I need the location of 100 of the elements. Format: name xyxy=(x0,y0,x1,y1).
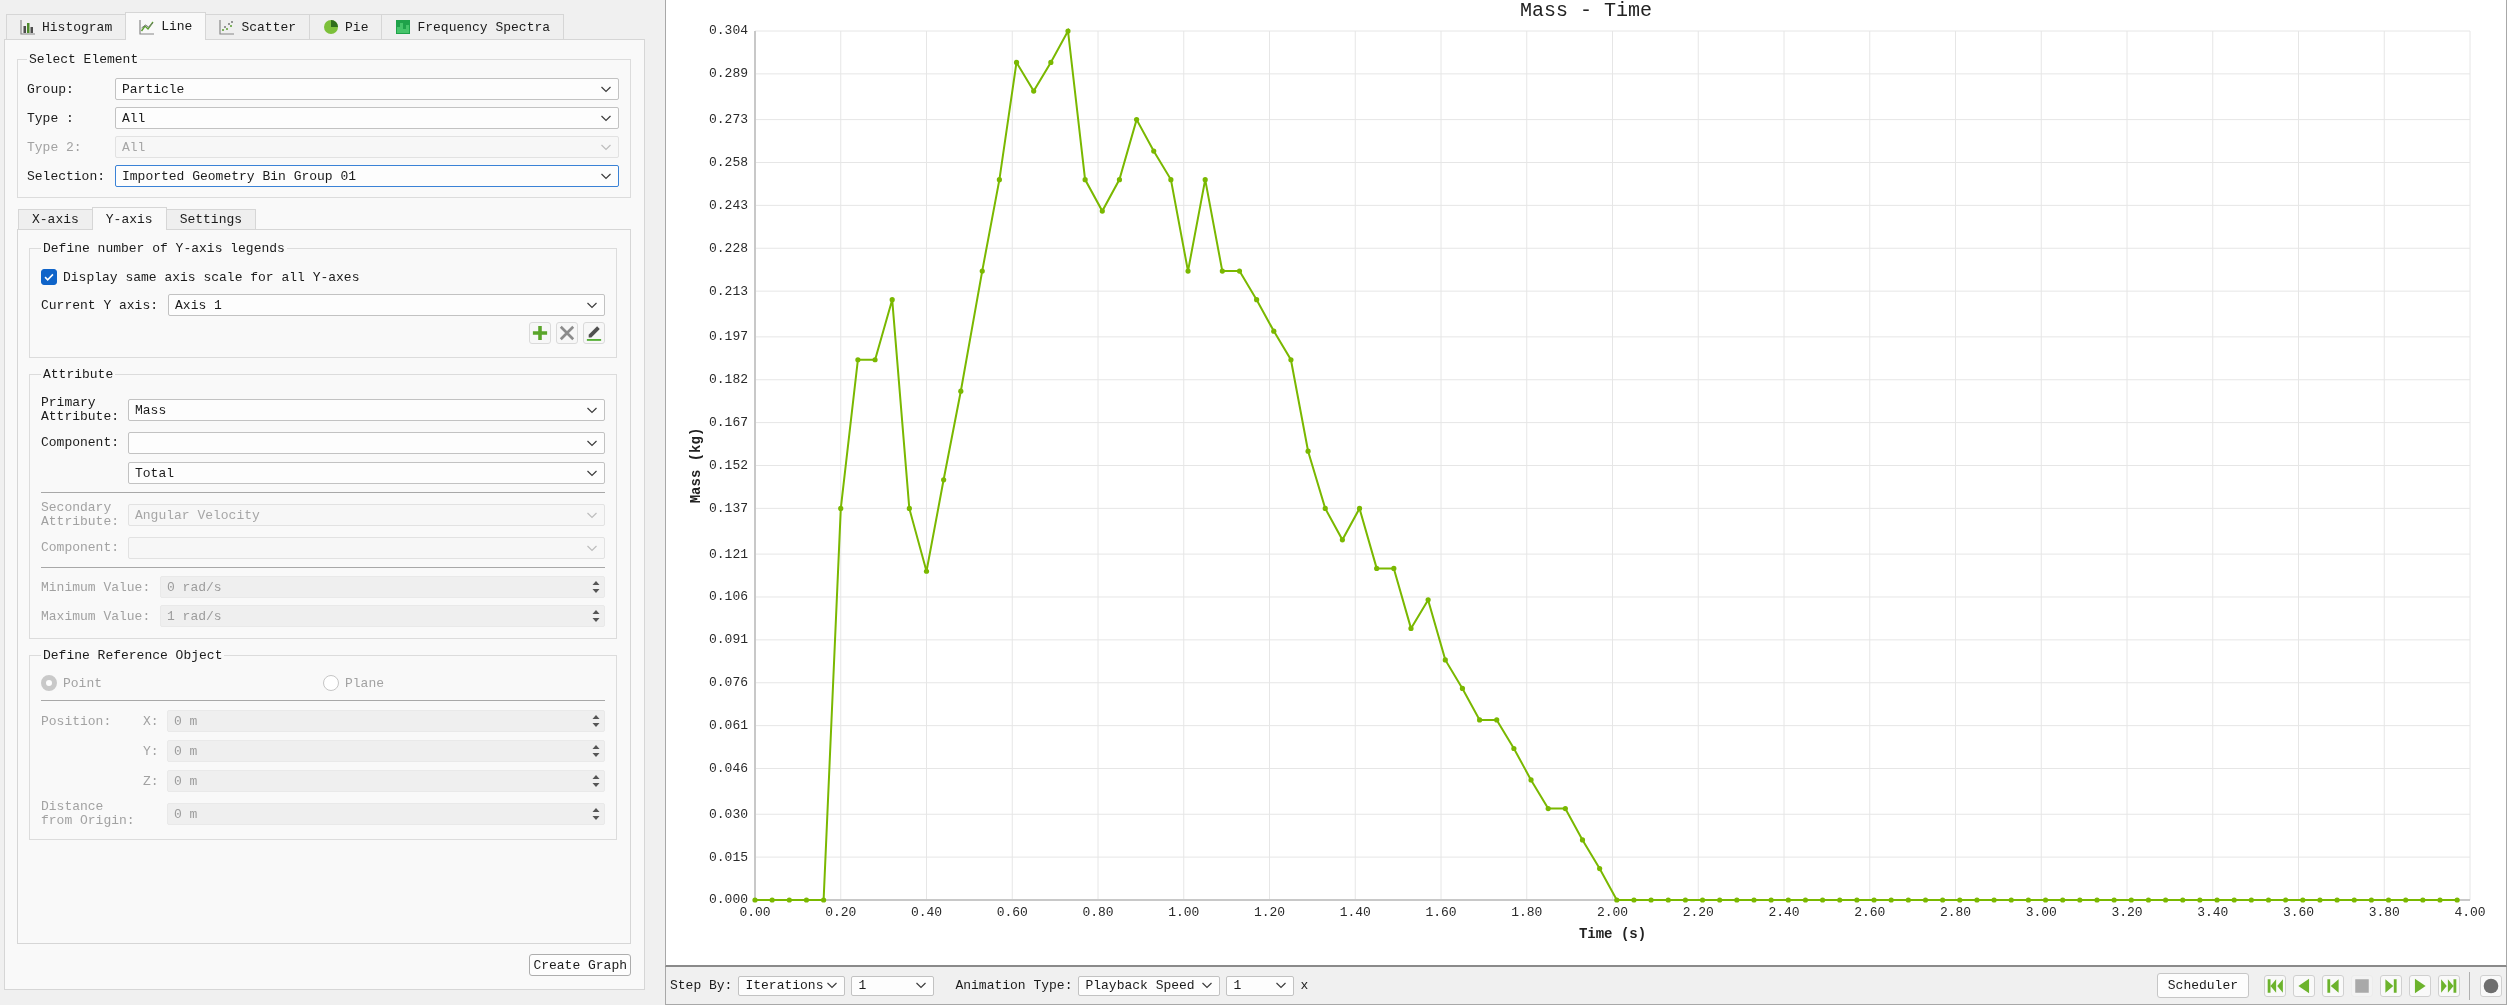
chevron-down-icon xyxy=(586,544,598,552)
stop-button[interactable] xyxy=(2351,974,2373,997)
y-axis-title: Mass (kg) xyxy=(687,427,704,504)
y-tick-label: 0.289 xyxy=(709,66,748,82)
dropdown[interactable] xyxy=(128,432,605,454)
field-label: Primary Attribute: xyxy=(41,396,120,424)
y-tick-label: 0.015 xyxy=(709,849,748,865)
field-label: Secondary Attribute: xyxy=(41,501,120,529)
spin-arrows-icon xyxy=(591,806,601,822)
dropdown[interactable]: 1 xyxy=(1226,975,1295,996)
spectrum-icon xyxy=(395,19,412,35)
tab[interactable]: X-axis xyxy=(18,209,93,229)
cross-icon xyxy=(559,325,575,341)
tab[interactable]: Histogram xyxy=(6,14,127,39)
x-tick-label: 4.00 xyxy=(2454,905,2486,921)
dropdown[interactable]: Particle xyxy=(115,78,619,100)
field-label: Position: xyxy=(41,713,113,729)
tab[interactable]: Settings xyxy=(165,209,257,229)
spin-arrows-icon xyxy=(591,713,601,729)
checkbox[interactable] xyxy=(41,269,57,285)
skip-to-end-button[interactable] xyxy=(2438,974,2460,997)
skip-to-start-button[interactable] xyxy=(2264,974,2286,997)
x-tick-label: 0.40 xyxy=(910,905,943,921)
x-tick-label: 1.20 xyxy=(1253,905,1286,921)
y-tick-label: 0.243 xyxy=(709,197,748,213)
dropdown[interactable]: Playback Speed xyxy=(1078,975,1221,996)
field-label: Component: xyxy=(41,541,120,555)
chevron-down-icon xyxy=(1275,982,1288,989)
x-tick-label: 2.20 xyxy=(1682,905,1714,921)
step-back-button[interactable] xyxy=(2322,974,2344,997)
line-chart-icon xyxy=(139,18,156,35)
dropdown[interactable]: Mass xyxy=(128,399,605,421)
x-axis-title: Time (s) xyxy=(1578,925,1647,942)
add-button[interactable] xyxy=(529,322,551,344)
tab[interactable]: Frequency Spectra xyxy=(381,14,565,39)
x-tick-label: 3.20 xyxy=(2111,905,2143,921)
record-icon xyxy=(2482,976,2500,995)
y-tick-label: 0.228 xyxy=(709,240,748,256)
chevron-down-icon xyxy=(826,982,839,989)
spin-arrows-icon xyxy=(591,773,601,789)
radio-label: Point xyxy=(63,675,102,691)
x-tick-label: 3.40 xyxy=(2197,905,2229,921)
chevron-down-icon xyxy=(600,85,612,93)
chevron-down-icon xyxy=(600,143,612,151)
dropdown[interactable]: Total xyxy=(128,462,605,484)
y-tick-label: 0.061 xyxy=(709,718,748,734)
play-button[interactable] xyxy=(2409,974,2431,997)
chevron-down-icon xyxy=(586,469,598,477)
scheduler-button[interactable]: Scheduler xyxy=(2156,973,2249,998)
tab[interactable]: Y-axis xyxy=(91,207,167,230)
step-back-icon xyxy=(2324,976,2342,995)
play-backward-button[interactable] xyxy=(2293,974,2315,997)
delete-button[interactable] xyxy=(556,322,578,344)
y-tick-label: 0.076 xyxy=(709,675,748,691)
y-tick-label: 0.106 xyxy=(709,589,748,605)
field-label: Selection: xyxy=(27,168,106,184)
chart-title: Mass - Time xyxy=(1520,0,1652,23)
unit-label: x xyxy=(1300,978,1309,993)
x-tick-label: 1.80 xyxy=(1511,905,1543,921)
pie-chart-icon xyxy=(323,19,340,35)
y-tick-label: 0.167 xyxy=(709,415,748,431)
record-button[interactable] xyxy=(2480,974,2502,997)
field-label: Minimum Value: xyxy=(41,579,152,595)
group-title: Define number of Y-axis legends xyxy=(42,241,286,256)
y-tick-label: 0.121 xyxy=(709,546,748,562)
field-label: Step By: xyxy=(670,978,733,993)
field-label: Animation Type: xyxy=(955,978,1073,993)
create-graph-button[interactable]: Create Graph xyxy=(529,954,631,976)
group-title: Define Reference Object xyxy=(42,648,224,663)
y-tick-label: 0.182 xyxy=(709,372,748,388)
step-forward-button[interactable] xyxy=(2380,974,2402,997)
field-label: Type : xyxy=(27,110,75,126)
radio-label: Plane xyxy=(345,675,384,691)
x-tick-label: 0.60 xyxy=(996,905,1028,921)
tab[interactable]: Line xyxy=(125,12,207,40)
x-tick-label: 0.00 xyxy=(739,905,771,921)
chevron-down-icon xyxy=(586,301,598,309)
edit-button[interactable] xyxy=(583,322,605,344)
checkbox-label: Display same axis scale for all Y-axes xyxy=(63,269,360,285)
y-tick-label: 0.030 xyxy=(709,806,748,822)
dropdown[interactable]: Axis 1 xyxy=(168,294,605,316)
skip-forward-icon xyxy=(2440,976,2458,995)
chevron-down-icon xyxy=(586,439,598,447)
chevron-down-icon xyxy=(600,114,612,122)
scatter-plot-icon xyxy=(219,19,236,35)
y-tick-label: 0.137 xyxy=(709,500,748,516)
x-tick-label: 3.80 xyxy=(2368,905,2400,921)
dropdown[interactable]: 1 xyxy=(851,975,935,996)
dropdown[interactable]: Imported Geometry Bin Group 01 xyxy=(115,165,619,187)
spin-arrows-icon xyxy=(591,579,601,595)
axis-label: Z: xyxy=(143,773,160,789)
chevron-down-icon xyxy=(586,406,598,414)
group-title: Attribute xyxy=(42,367,115,382)
dropdown[interactable]: All xyxy=(115,107,619,129)
y-tick-label: 0.197 xyxy=(709,329,748,345)
chevron-down-icon xyxy=(586,511,598,519)
skip-back-icon xyxy=(2266,976,2284,995)
y-tick-label: 0.000 xyxy=(709,892,748,908)
dropdown[interactable]: Iterations xyxy=(738,975,846,996)
spin-arrows-icon xyxy=(591,743,601,759)
